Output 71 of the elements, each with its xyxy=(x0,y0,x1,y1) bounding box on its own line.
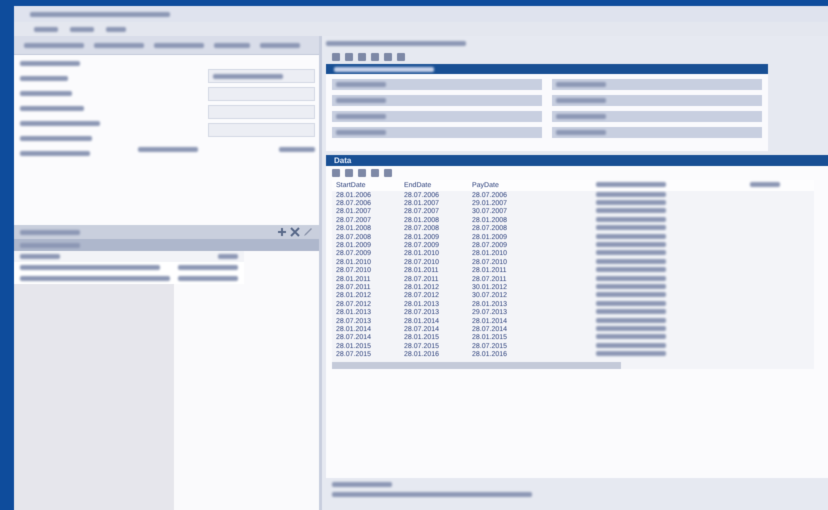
blurred-label xyxy=(94,42,144,48)
data-title: Data xyxy=(326,155,828,166)
blurred-label xyxy=(596,292,666,298)
scrollbar[interactable] xyxy=(332,362,622,369)
blurred-label xyxy=(556,98,606,103)
blurred-label xyxy=(596,225,666,230)
blurred-label xyxy=(596,242,666,248)
blurred-label xyxy=(154,42,204,48)
input-field[interactable] xyxy=(332,95,542,106)
blurred-label xyxy=(178,265,238,270)
blurred-label xyxy=(556,82,606,87)
blurred-label xyxy=(596,200,666,206)
blurred-label xyxy=(106,26,126,32)
blurred-label xyxy=(20,91,72,96)
input-field[interactable] xyxy=(208,123,315,137)
blurred-label xyxy=(336,82,386,87)
blurred-label xyxy=(596,258,666,264)
blurred-label xyxy=(596,182,666,187)
blurred-label xyxy=(596,216,666,222)
input-field[interactable] xyxy=(552,111,762,122)
input-field[interactable] xyxy=(332,79,542,90)
input-field[interactable] xyxy=(208,105,315,119)
blurred-label xyxy=(279,147,315,152)
blurred-label xyxy=(70,26,94,32)
input-field[interactable] xyxy=(332,111,542,122)
input-field[interactable] xyxy=(552,79,762,90)
blurred-label xyxy=(214,42,250,48)
blurred-label xyxy=(332,482,392,487)
input-field[interactable] xyxy=(332,127,542,138)
blurred-label xyxy=(596,208,666,214)
blurred-label xyxy=(20,61,80,66)
blurred-label xyxy=(596,284,666,289)
blurred-label xyxy=(596,342,666,348)
blurred-label xyxy=(556,114,606,119)
blurred-label xyxy=(20,76,68,81)
blurred-label xyxy=(596,351,666,356)
blurred-label xyxy=(596,309,666,314)
blurred-label xyxy=(336,130,386,135)
blurred-label xyxy=(596,300,666,306)
blurred-label xyxy=(336,98,386,103)
blurred-label xyxy=(213,74,283,78)
blurred-label xyxy=(34,26,58,32)
blurred-label xyxy=(556,130,606,135)
pencil-icon[interactable] xyxy=(303,227,313,237)
blurred-label xyxy=(596,276,666,281)
blurred-label xyxy=(20,106,84,111)
blurred-label xyxy=(24,42,84,48)
blurred-label xyxy=(218,254,238,259)
blurred-label xyxy=(20,151,90,156)
close-icon[interactable] xyxy=(290,227,300,237)
blurred-label xyxy=(596,334,666,340)
blurred-label xyxy=(20,242,80,248)
input-field[interactable] xyxy=(552,127,762,138)
blurred-label xyxy=(596,192,666,197)
blurred-label xyxy=(596,318,666,323)
blurred-label xyxy=(178,276,238,281)
blurred-label xyxy=(138,147,198,152)
blurred-label xyxy=(336,114,386,119)
input-field[interactable] xyxy=(208,87,315,101)
blurred-label xyxy=(20,230,80,234)
blurred-label xyxy=(596,234,666,239)
blurred-label xyxy=(596,267,666,272)
blurred-label xyxy=(596,250,666,256)
blurred-label xyxy=(20,136,92,141)
plus-icon[interactable] xyxy=(277,227,287,237)
blurred-label xyxy=(750,182,780,187)
input-field[interactable] xyxy=(208,69,315,83)
blurred-label xyxy=(596,326,666,331)
blurred-label xyxy=(260,42,300,48)
blurred-label xyxy=(20,254,60,259)
input-field[interactable] xyxy=(552,95,762,106)
